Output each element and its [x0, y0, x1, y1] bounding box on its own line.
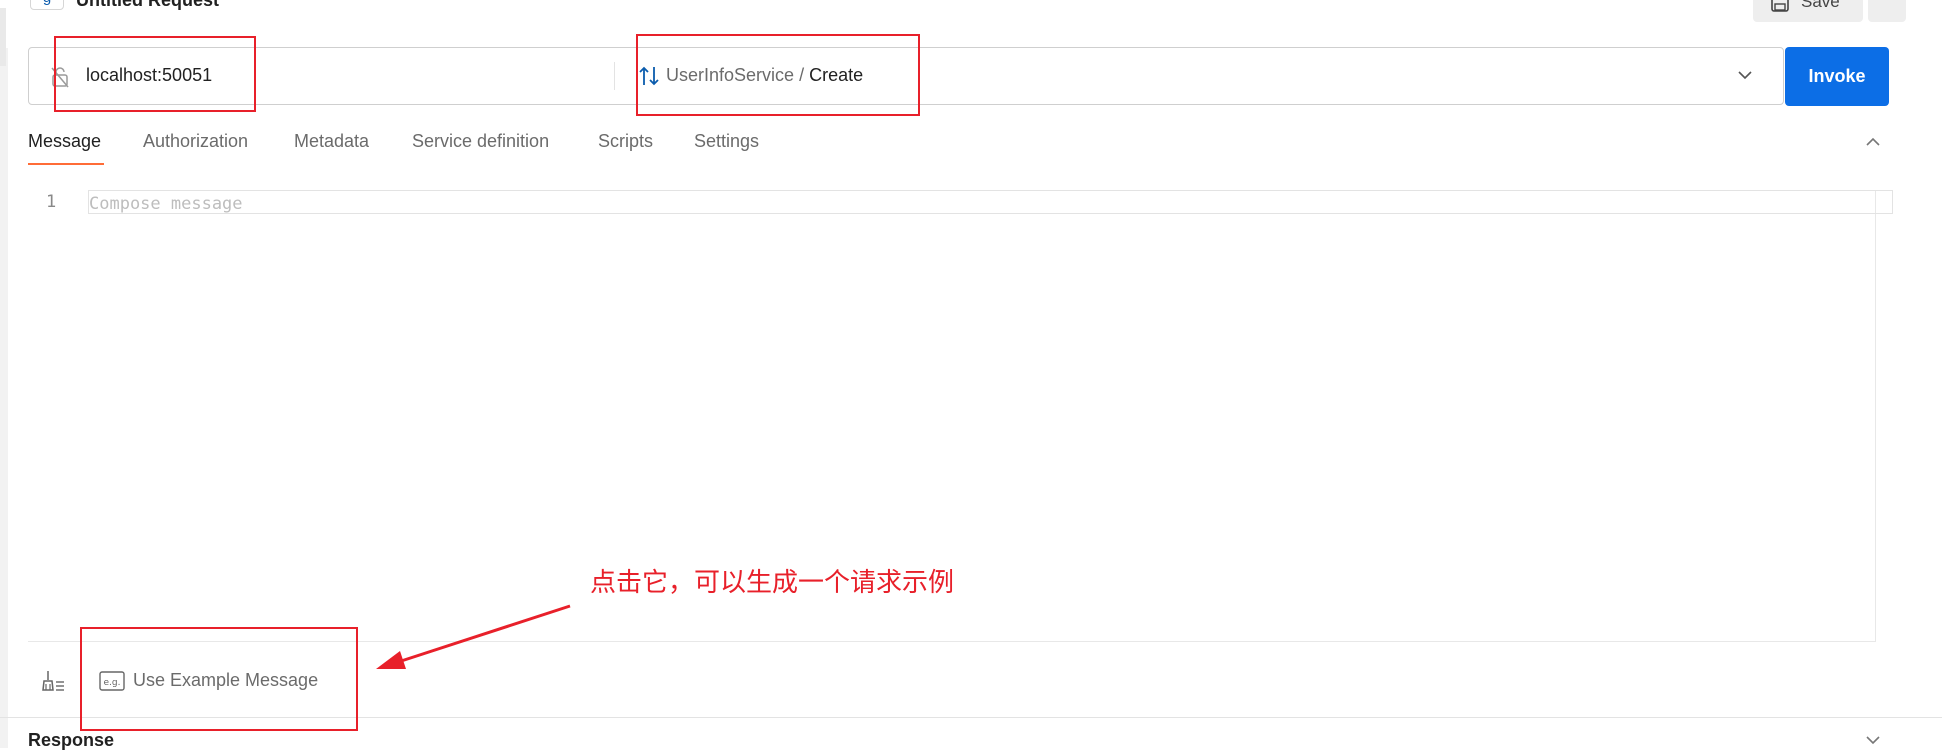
annotation-box-example: [80, 627, 358, 731]
save-label: Save: [1801, 0, 1840, 11]
chevron-up-icon[interactable]: [1864, 134, 1882, 153]
save-options-button[interactable]: [1868, 0, 1906, 22]
tab-service-definition[interactable]: Service definition: [412, 131, 549, 152]
tab-message[interactable]: Message: [28, 131, 101, 152]
annotation-box-host: [54, 36, 256, 112]
request-title[interactable]: Untitled Request: [76, 0, 219, 11]
url-bar-divider: [614, 62, 615, 90]
annotation-text: 点击它，可以生成一个请求示例: [590, 568, 955, 598]
editor-placeholder[interactable]: Compose message: [89, 194, 243, 214]
save-icon: [1771, 0, 1789, 12]
annotation-box-method: [636, 34, 920, 116]
tab-scripts[interactable]: Scripts: [598, 131, 653, 152]
invoke-button[interactable]: Invoke: [1785, 47, 1889, 106]
save-button[interactable]: Save: [1753, 0, 1863, 22]
broom-icon[interactable]: [40, 668, 66, 699]
left-gutter: [0, 48, 8, 748]
active-tab-indicator: [28, 163, 104, 165]
active-line-highlight: [88, 190, 1893, 214]
tab-settings[interactable]: Settings: [694, 131, 759, 152]
gutter-notch: [0, 8, 6, 66]
tab-metadata[interactable]: Metadata: [294, 131, 369, 152]
line-number: 1: [46, 192, 57, 212]
chevron-down-icon[interactable]: [1864, 734, 1882, 753]
chevron-down-icon[interactable]: [1736, 66, 1754, 89]
annotation-arrow: [376, 604, 571, 669]
grpc-request-icon: g: [30, 0, 64, 10]
tab-authorization[interactable]: Authorization: [143, 131, 248, 152]
